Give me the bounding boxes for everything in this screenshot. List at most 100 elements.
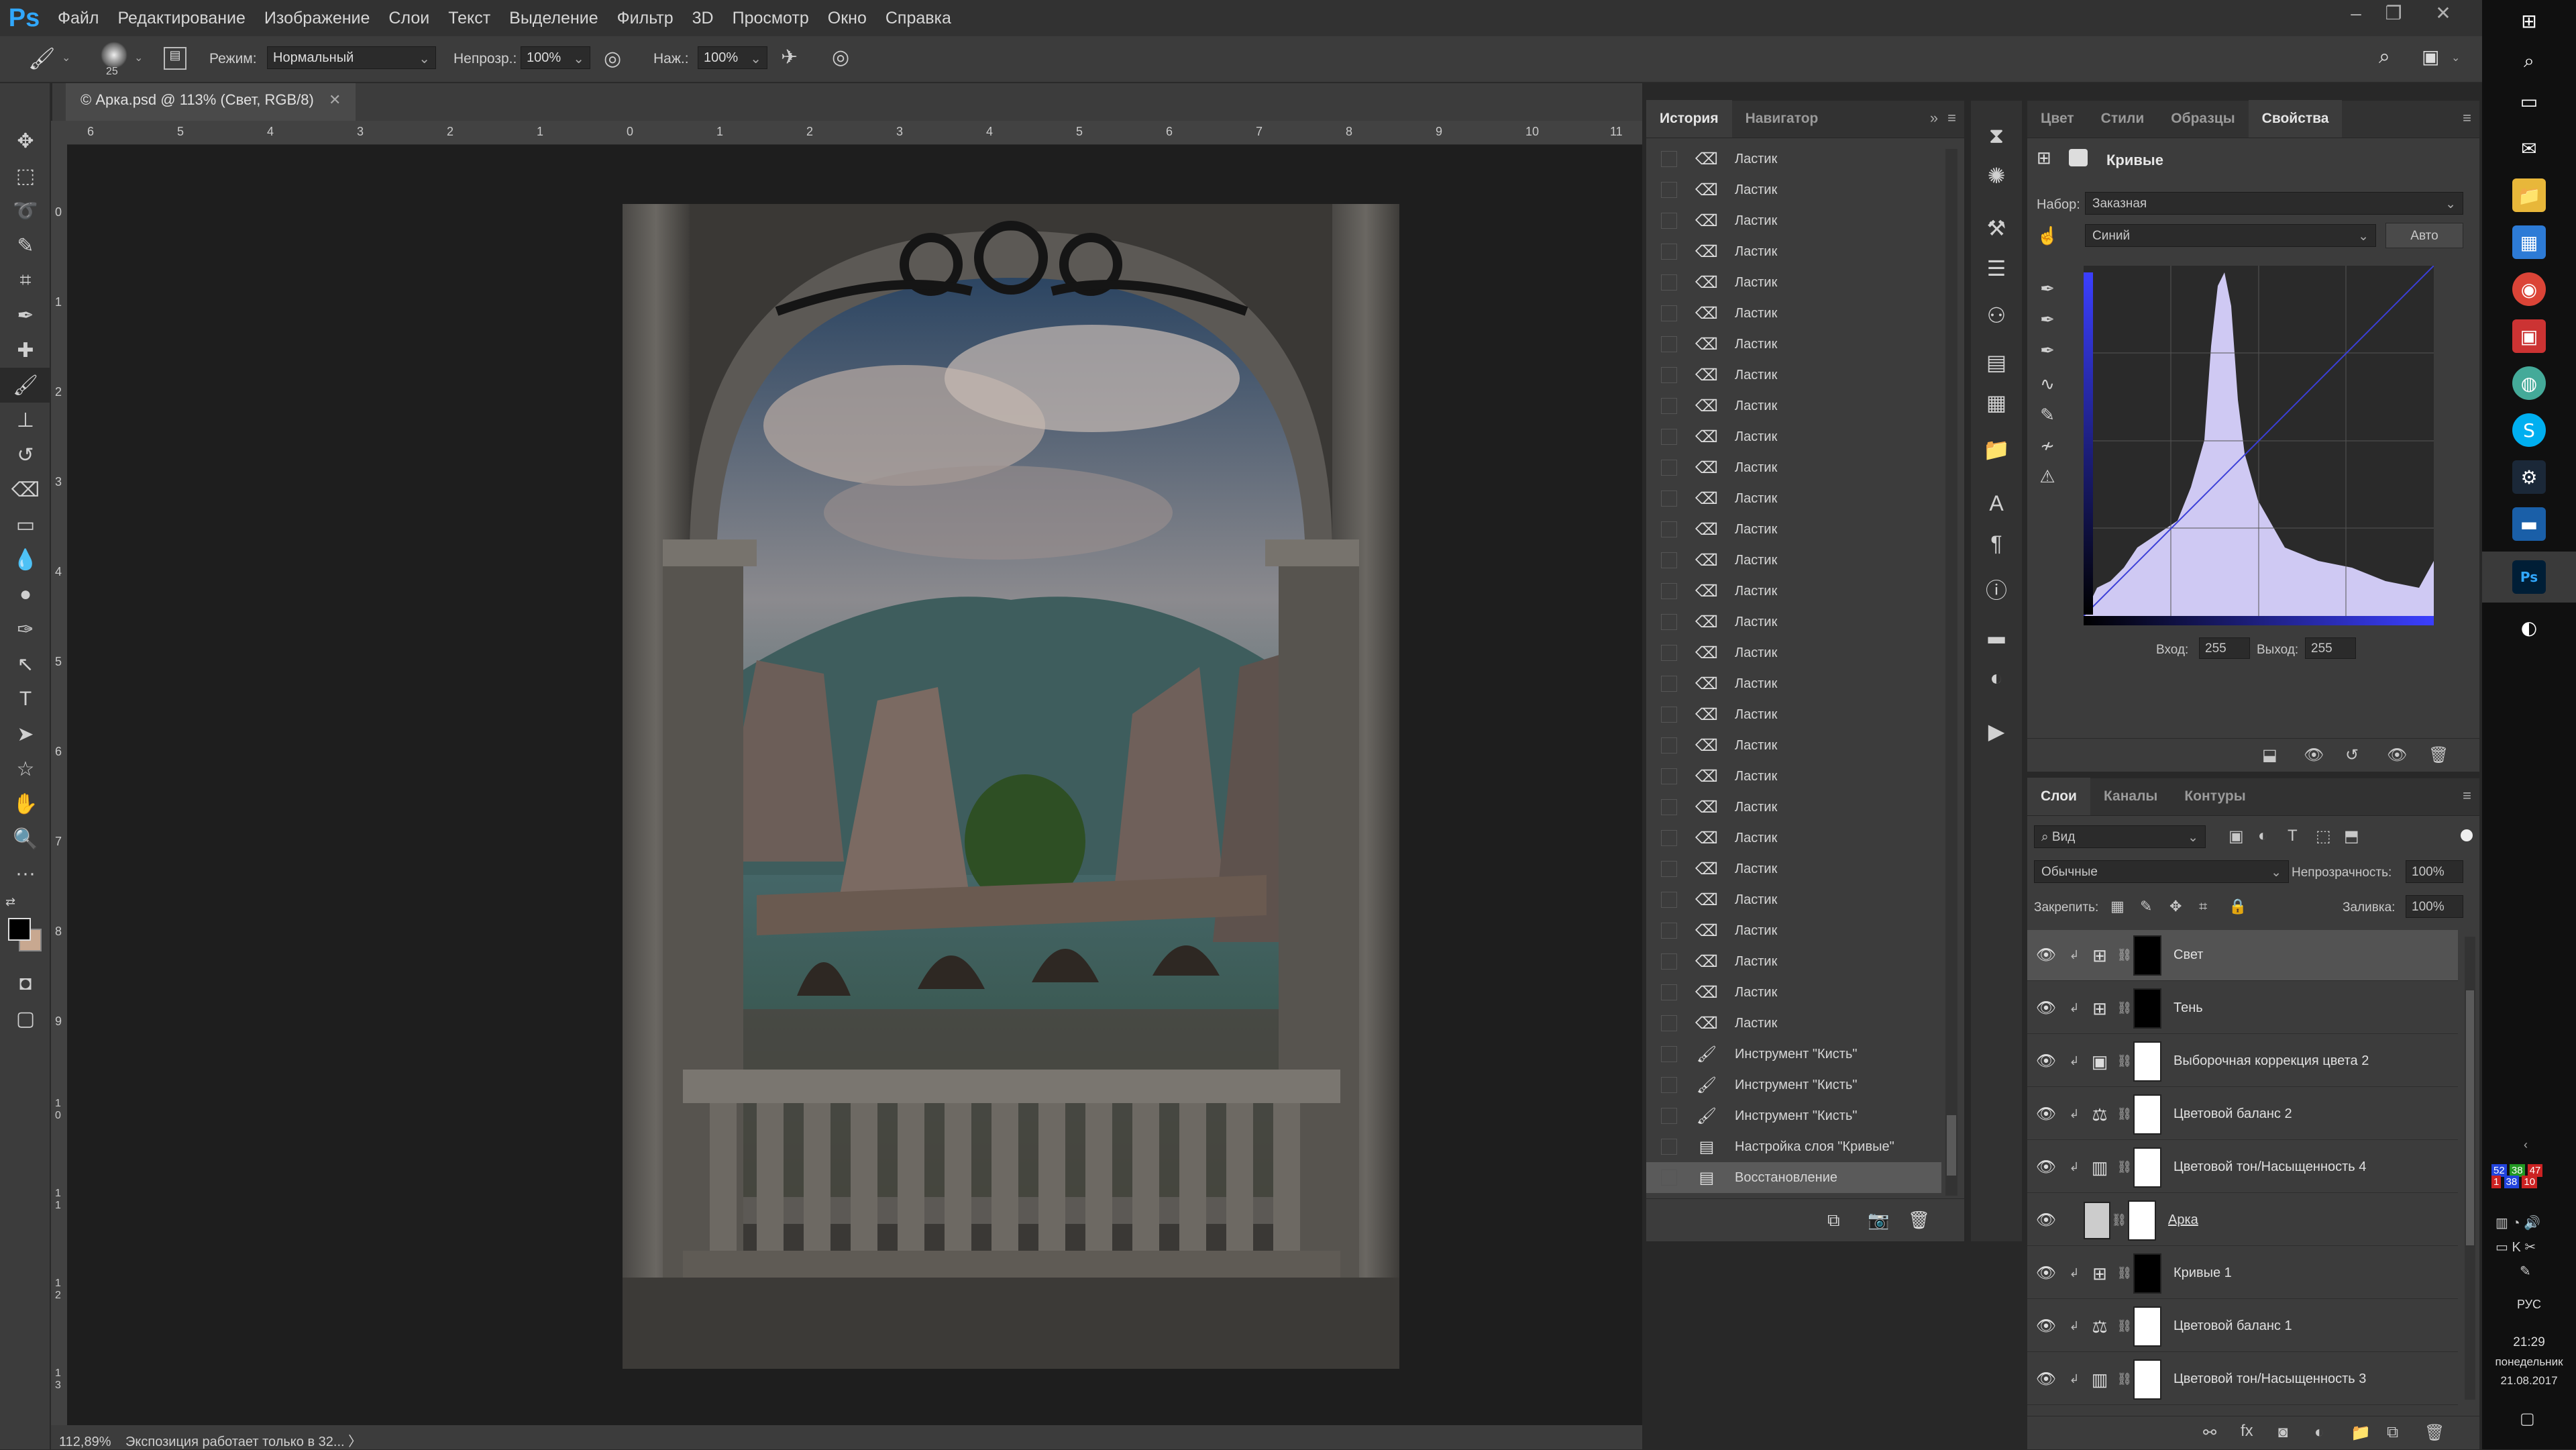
document-tab[interactable]: © Арка.psd @ 113% (Свет, RGB/8) ✕ [66, 83, 356, 121]
history-source-checkbox[interactable] [1661, 768, 1677, 784]
history-source-checkbox[interactable] [1661, 336, 1677, 352]
tray-icons[interactable]: 52 38 47 1 38 10 [2491, 1164, 2567, 1188]
layer-mask-thumbnail[interactable] [2133, 1147, 2161, 1188]
history-item[interactable]: ⌫ Ластик [1646, 730, 1941, 761]
healing-tool-icon[interactable]: ✚ [0, 333, 51, 368]
layer-mask-thumbnail[interactable] [2133, 1041, 2161, 1082]
filter-pixel-icon[interactable]: ▣ [2229, 827, 2244, 846]
filter-shape-icon[interactable]: ⬚ [2316, 827, 2331, 846]
trash-icon[interactable]: 🗑 [1908, 1210, 1930, 1231]
histogram-icon[interactable]: ▂ [1971, 611, 2022, 651]
filter-smart-object-icon[interactable]: ⬒ [2344, 827, 2359, 846]
layer-filter-select[interactable]: ⌕ Вид ⌄ [2034, 825, 2206, 848]
canvas-area[interactable] [67, 145, 1642, 1425]
history-item[interactable]: ⌫ Ластик [1646, 637, 1941, 668]
visibility-eye-icon[interactable]: 👁 [2027, 1316, 2065, 1336]
history-item[interactable]: ⌫ Ластик [1646, 761, 1941, 792]
layer-mask-thumbnail[interactable] [2133, 1094, 2161, 1135]
notifications-icon[interactable]: ▢ [2520, 1409, 2535, 1429]
history-source-checkbox[interactable] [1661, 1015, 1677, 1031]
steam-icon[interactable]: ⚙ [2512, 460, 2546, 494]
visibility-eye-icon[interactable]: 👁 [2027, 945, 2065, 965]
tab-history[interactable]: История [1646, 100, 1732, 138]
layer-name[interactable]: Кривые 1 [2174, 1265, 2232, 1281]
blend-mode-select[interactable]: Обычные ⌄ [2034, 860, 2289, 883]
lock-all-icon[interactable]: 🔒 [2229, 898, 2247, 915]
history-item[interactable]: ⌫ Ластик [1646, 823, 1941, 853]
tab-color[interactable]: Цвет [2027, 111, 2088, 138]
history-source-checkbox[interactable] [1661, 645, 1677, 661]
move-tool-icon[interactable]: ✥ [0, 123, 51, 158]
history-source-checkbox[interactable] [1661, 1139, 1677, 1155]
history-source-checkbox[interactable] [1661, 429, 1677, 445]
link-chain-icon[interactable]: ⛓ [2110, 1213, 2128, 1227]
history-source-checkbox[interactable] [1661, 923, 1677, 939]
history-item[interactable]: ⌫ Ластик [1646, 668, 1941, 699]
history-brush-tool-icon[interactable]: ↺ [0, 437, 51, 472]
curve-points-icon[interactable]: ∿ [2027, 366, 2068, 401]
view-previous-icon[interactable]: 👁 [2304, 745, 2324, 765]
menu-file[interactable]: Файл [48, 9, 108, 28]
notes-icon[interactable]: ▦ [1971, 382, 2022, 423]
app-icon[interactable]: ▬ [2512, 507, 2546, 541]
layer-row[interactable]: 👁 ↲ ⚖ ⛓ Цветовой баланс 1 [2027, 1301, 2458, 1352]
history-source-checkbox[interactable] [1661, 244, 1677, 260]
history-source-checkbox[interactable] [1661, 1170, 1677, 1186]
gray-point-eyedropper-icon[interactable]: ✒ [2027, 302, 2068, 337]
panel-menu-icon[interactable]: ≡ [1947, 109, 1964, 138]
visibility-eye-icon[interactable]: 👁 [2027, 1051, 2065, 1071]
zoom-tool-icon[interactable]: 🔍 [0, 821, 51, 856]
new-adjustment-icon[interactable]: ◐ [2314, 1423, 2324, 1442]
swap-colors-icon[interactable]: ⇄ [5, 895, 15, 909]
link-chain-icon[interactable]: ⛓ [2116, 948, 2133, 962]
link-layers-icon[interactable]: ⚯ [2203, 1423, 2216, 1443]
history-item[interactable]: ⌫ Ластик [1646, 236, 1941, 267]
history-item[interactable]: ⌫ Ластик [1646, 1008, 1941, 1039]
history-source-checkbox[interactable] [1661, 707, 1677, 723]
tab-channels[interactable]: Каналы [2090, 788, 2171, 815]
filter-toggle-icon[interactable] [2461, 829, 2473, 841]
screen-mode-icon[interactable]: ▢ [0, 1001, 51, 1036]
document-image[interactable] [623, 204, 1399, 1369]
foreground-color-swatch[interactable] [8, 918, 31, 941]
collapse-panel-icon[interactable]: » [1930, 109, 1947, 138]
filter-adjustment-icon[interactable]: ◐ [2258, 827, 2268, 845]
workspace-icon[interactable]: ▣ [2422, 46, 2439, 68]
pressure-field[interactable]: 100% ⌄ [698, 46, 767, 69]
skype-icon[interactable]: S [2512, 413, 2546, 447]
photoshop-logo[interactable]: Ps [0, 0, 48, 36]
history-item[interactable]: ⌫ Ластик [1646, 884, 1941, 915]
adjustments-icon[interactable]: ☰ [1971, 248, 2022, 289]
menu-text[interactable]: Текст [439, 9, 500, 28]
libraries-icon[interactable]: ▤ [1971, 342, 2022, 382]
pressure-opacity-icon[interactable]: ◎ [604, 47, 621, 70]
hand-tool-icon[interactable]: ✋ [0, 786, 51, 821]
layer-name[interactable]: Выборочная коррекция цвета 2 [2174, 1053, 2369, 1069]
character-icon[interactable]: A [1971, 483, 2022, 523]
reset-icon[interactable]: ↺ [2345, 745, 2359, 765]
brush-panel-icon[interactable]: ▤ [164, 47, 186, 70]
shape-tool-icon[interactable]: ☆ [0, 752, 51, 786]
pencil-icon[interactable]: ✎ [2027, 397, 2068, 432]
mail-icon[interactable]: ✉ [2512, 132, 2546, 165]
layers-scrollbar[interactable] [2465, 937, 2475, 1400]
layer-mask-thumbnail[interactable] [2128, 1200, 2156, 1241]
close-tab-icon[interactable]: ✕ [329, 91, 341, 108]
layer-mask-thumbnail[interactable] [2133, 1306, 2161, 1347]
app-icon[interactable]: ◐ [2512, 611, 2546, 644]
history-source-checkbox[interactable] [1661, 213, 1677, 229]
visibility-eye-icon[interactable]: 👁 [2027, 1104, 2065, 1124]
file-explorer-icon[interactable]: 📁 [2512, 178, 2546, 212]
link-chain-icon[interactable]: ⛓ [2116, 1107, 2133, 1121]
clock-time[interactable]: 21:29 [2482, 1335, 2576, 1350]
lock-artboard-icon[interactable]: ⌗ [2199, 898, 2207, 915]
layer-opacity-field[interactable]: 100% [2406, 860, 2463, 883]
visibility-icon[interactable]: 👁 [2387, 745, 2407, 765]
visibility-eye-icon[interactable]: 👁 [2027, 1263, 2065, 1283]
history-item[interactable]: ⌫ Ластик [1646, 421, 1941, 452]
clip-to-layer-icon[interactable]: ⬓ [2262, 745, 2277, 765]
layer-mask-thumbnail[interactable] [2133, 988, 2161, 1029]
task-view-icon[interactable]: ▭ [2512, 85, 2546, 118]
dodge-tool-icon[interactable]: ● [0, 577, 51, 612]
chevron-down-icon[interactable]: ⌄ [134, 51, 143, 64]
